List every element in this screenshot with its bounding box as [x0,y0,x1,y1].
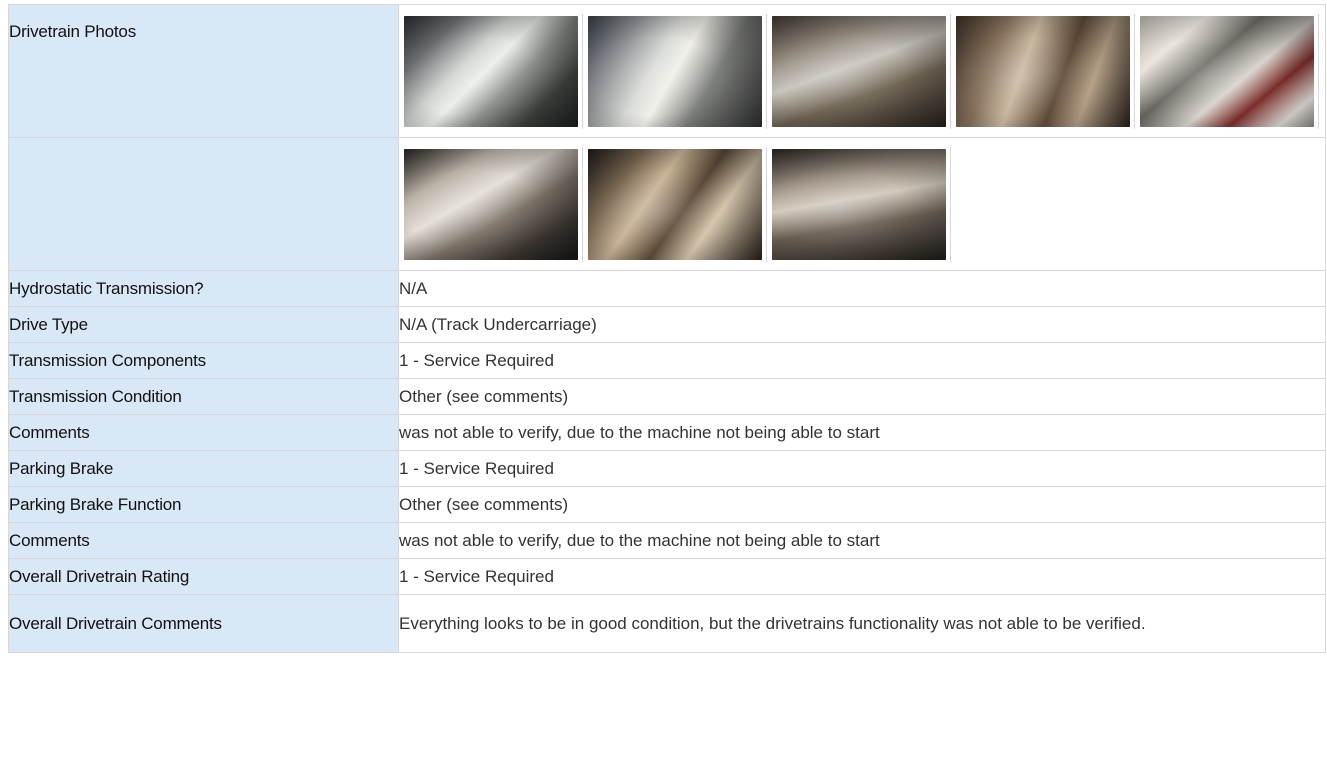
photo-thumbnail[interactable] [587,148,762,260]
table-row: Overall Drivetrain Comments Everything l… [8,594,1326,653]
table-row: Hydrostatic Transmission? N/A [8,270,1326,307]
row-label: Drive Type [8,306,399,343]
row-value: Other (see comments) [398,486,1326,523]
table-row: Drive Type N/A (Track Undercarriage) [8,306,1326,343]
row-label: Overall Drivetrain Rating [8,558,399,595]
photos-label-empty [8,137,399,271]
table-row: Parking Brake 1 - Service Required [8,450,1326,487]
photo-thumbnail[interactable] [403,15,578,127]
row-value: Other (see comments) [398,378,1326,415]
row-value: N/A (Track Undercarriage) [398,306,1326,343]
row-label: Transmission Components [8,342,399,379]
row-label: Comments [8,522,399,559]
row-label: Comments [8,414,399,451]
table-row: Parking Brake Function Other (see commen… [8,486,1326,523]
photo-thumbnail[interactable] [771,148,946,260]
row-label: Transmission Condition [8,378,399,415]
row-label: Parking Brake Function [8,486,399,523]
row-value: 1 - Service Required [398,558,1326,595]
table-row: Overall Drivetrain Rating 1 - Service Re… [8,558,1326,595]
photo-thumbnail[interactable] [587,15,762,127]
row-value: 1 - Service Required [398,342,1326,379]
row-value: 1 - Service Required [398,450,1326,487]
photo-thumbnail[interactable] [955,15,1130,127]
photos-label: Drivetrain Photos [8,4,399,138]
row-value: was not able to verify, due to the machi… [398,414,1326,451]
table-row: Transmission Condition Other (see commen… [8,378,1326,415]
table-row: Comments was not able to verify, due to … [8,522,1326,559]
row-label: Parking Brake [8,450,399,487]
table-row: Transmission Components 1 - Service Requ… [8,342,1326,379]
row-label: Hydrostatic Transmission? [8,270,399,307]
photos-strip-1 [398,4,1326,138]
photo-thumbnail[interactable] [403,148,578,260]
drivetrain-report-table: Drivetrain Photos Hydrostatic Transmissi… [8,4,1326,653]
photo-thumbnail[interactable] [1139,15,1314,127]
photo-thumbnail[interactable] [771,15,946,127]
table-row: Comments was not able to verify, due to … [8,414,1326,451]
row-label: Overall Drivetrain Comments [8,594,399,653]
photos-row-2 [8,137,1326,271]
row-value: was not able to verify, due to the machi… [398,522,1326,559]
row-value: Everything looks to be in good condition… [398,594,1326,653]
photos-strip-2 [398,137,1326,271]
photos-row-1: Drivetrain Photos [8,4,1326,138]
row-value: N/A [398,270,1326,307]
